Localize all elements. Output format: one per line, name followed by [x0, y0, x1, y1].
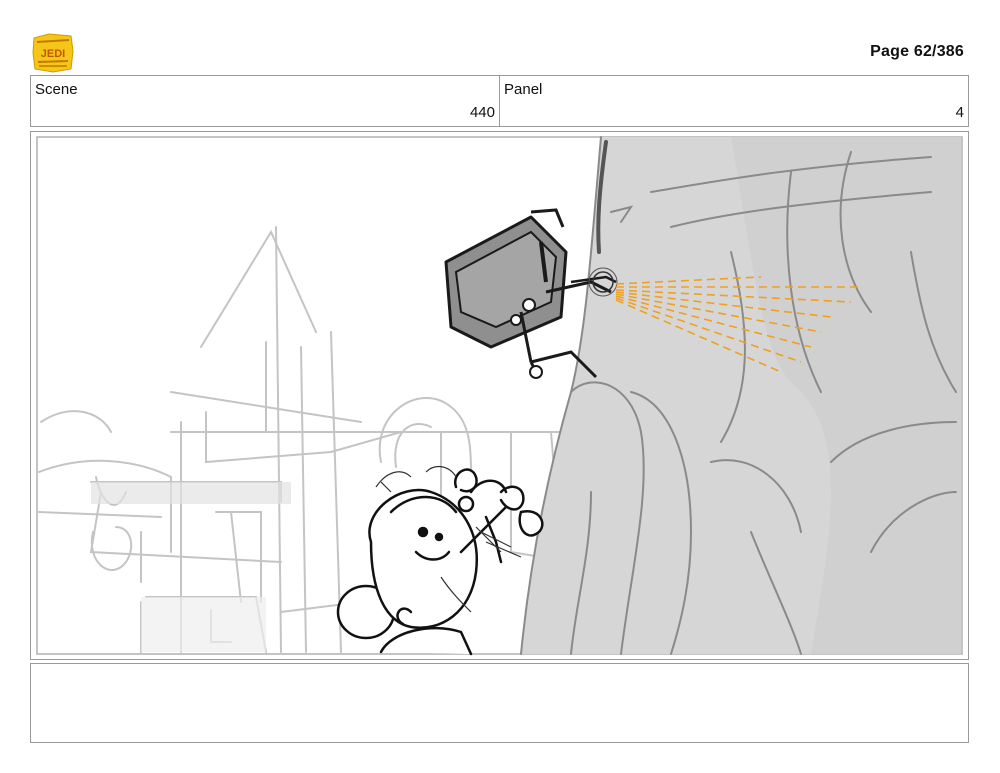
storyboard-panel [30, 131, 969, 660]
panel-value: 4 [955, 104, 964, 121]
brand-logo: JEDI [31, 31, 75, 74]
scene-cell: Scene 440 [31, 76, 499, 126]
scene-value: 440 [469, 104, 495, 121]
scene-panel-header: Scene 440 Panel 4 [30, 75, 969, 127]
panel-cell: Panel 4 [499, 76, 968, 126]
scene-label: Scene [35, 81, 78, 98]
storyboard-sketch [36, 136, 963, 656]
panel-label: Panel [504, 81, 543, 98]
svg-text:JEDI: JEDI [41, 48, 65, 60]
notes-box [30, 663, 969, 743]
page-number: Page 62/386 [870, 43, 964, 60]
